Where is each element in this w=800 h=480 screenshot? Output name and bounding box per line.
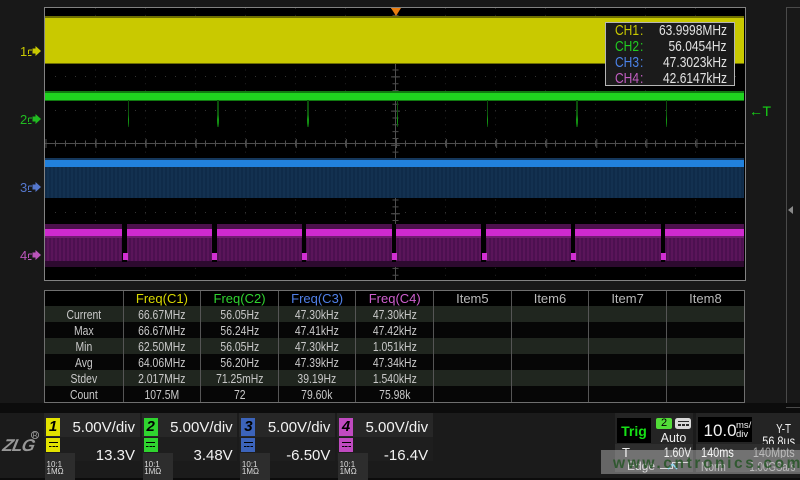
svg-text:R: R xyxy=(32,433,37,440)
